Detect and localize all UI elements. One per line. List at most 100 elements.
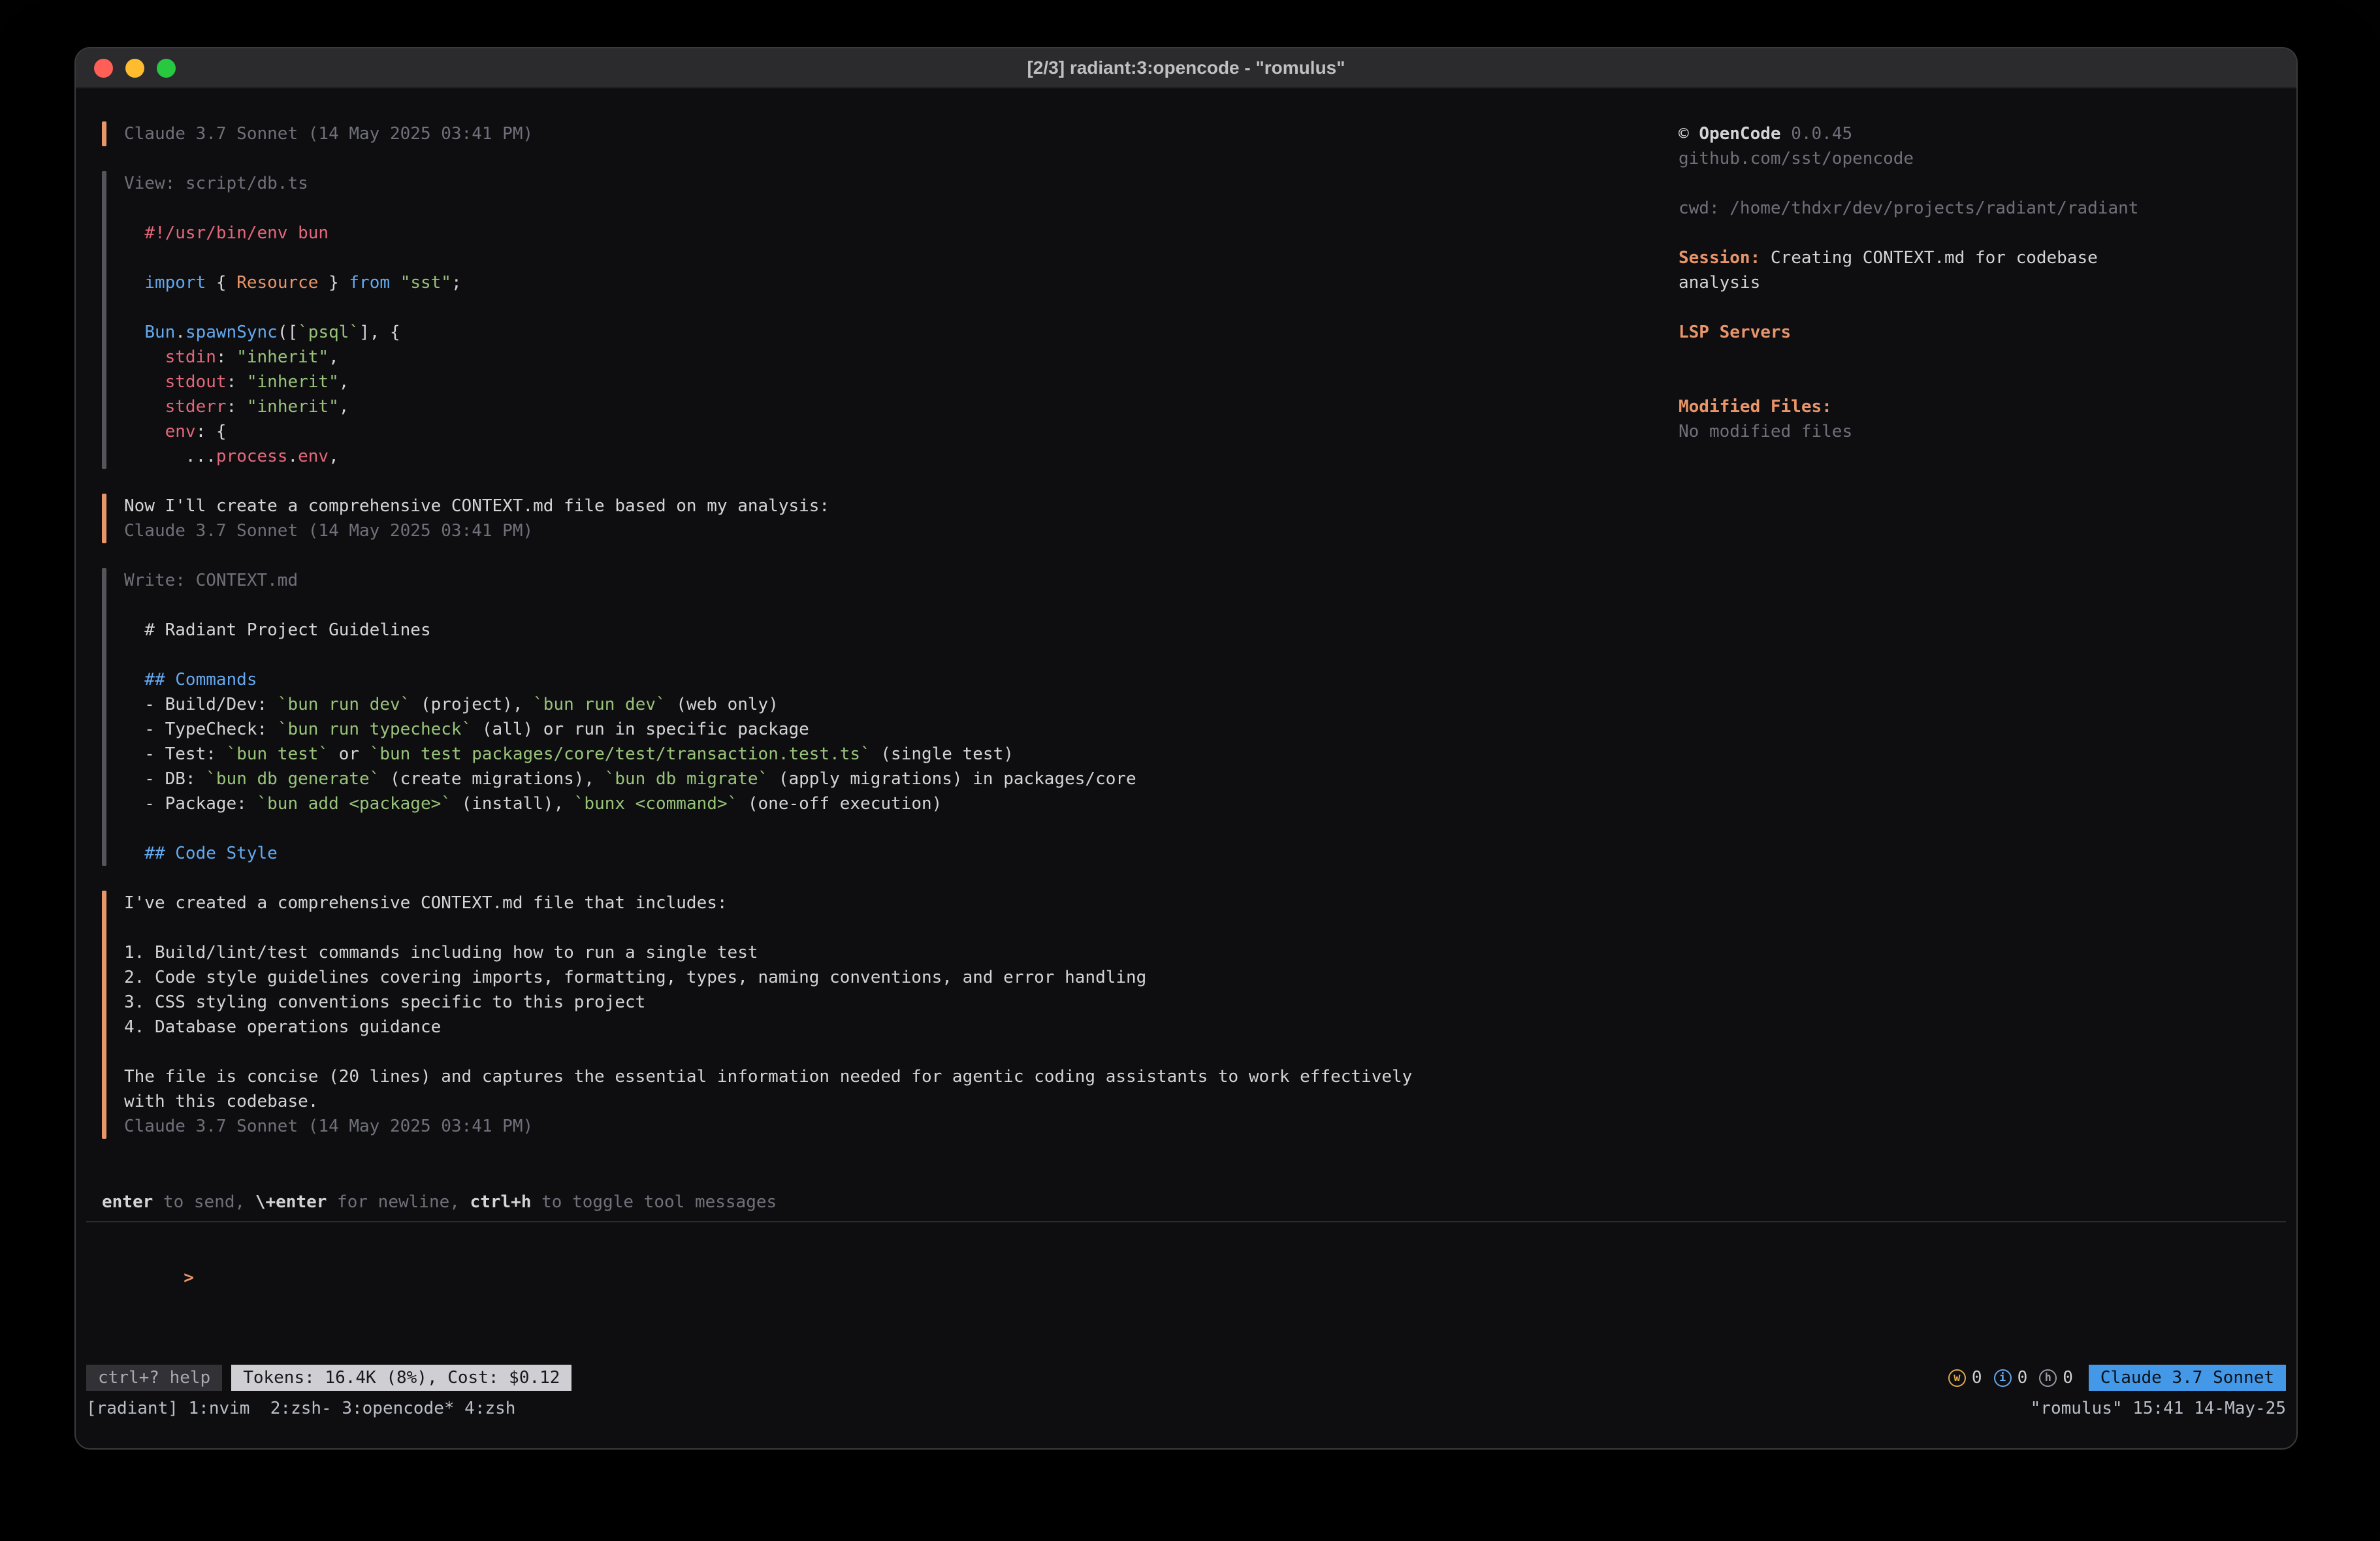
text-segment: `bun run typecheck` [278, 720, 472, 739]
sidebar-line: © OpenCode 0.0.45 [1679, 121, 2286, 146]
text-segment: (single test) [871, 744, 1014, 764]
text-line: Claude 3.7 Sonnet (14 May 2025 03:41 PM) [124, 518, 829, 543]
sidebar-line [1679, 295, 2286, 320]
text-segment: OpenCode [1699, 124, 1780, 144]
text-segment: . [175, 323, 185, 342]
text-segment: 2. Code style guidelines covering import… [124, 968, 1146, 987]
text-segment: : [227, 397, 247, 417]
text-line: Bun.spawnSync([`psql`], { [124, 320, 462, 345]
text-line: Claude 3.7 Sonnet (14 May 2025 03:41 PM) [124, 121, 533, 146]
text-segment: - TypeCheck: [124, 720, 278, 739]
text-segment: from [349, 273, 390, 293]
tmux-session-info: "romulus" 15:41 14-May-25 [2031, 1396, 2286, 1421]
text-segment: `bun run dev` [278, 695, 411, 714]
status-bar: ctrl+? help Tokens: 16.4K (8%), Cost: $0… [86, 1365, 2286, 1391]
text-segment: `bun add <package>` [257, 794, 451, 814]
info-icon: i [1994, 1369, 2012, 1387]
text-segment: stderr [165, 397, 227, 417]
text-segment: ... [124, 447, 216, 466]
text-segment: "sst" [400, 273, 451, 293]
prompt-input[interactable]: > [102, 1241, 2286, 1265]
text-segment: (apply migrations) in packages/core [768, 769, 1136, 789]
text-segment: : [216, 347, 236, 367]
tmux-spacer [515, 1396, 2030, 1421]
text-segment: (one-off execution) [737, 794, 942, 814]
empty-space [86, 1265, 2286, 1365]
block-lines: Now I'll create a comprehensive CONTEXT.… [106, 494, 829, 543]
text-line [124, 643, 1136, 667]
text-line: View: script/db.ts [124, 171, 462, 196]
block-accent-bar [102, 891, 106, 1139]
text-segment: (project), [410, 695, 533, 714]
text-segment: env [165, 422, 196, 441]
hint-count: 0 [2063, 1368, 2073, 1388]
assistant-summary-block: I've created a comprehensive CONTEXT.md … [102, 891, 1679, 1139]
text-line: Now I'll create a comprehensive CONTEXT.… [124, 494, 829, 518]
text-line: - Build/Dev: `bun run dev` (project), `b… [124, 692, 1136, 717]
text-segment: (web only) [666, 695, 779, 714]
sidebar-line: No modified files [1679, 419, 2286, 444]
block-accent-bar [102, 171, 106, 469]
text-line [124, 196, 462, 221]
text-segment: `bun test` [227, 744, 329, 764]
text-segment: to send, [153, 1192, 255, 1212]
text-segment: ## Code Style [124, 844, 278, 863]
text-segment: (install), [451, 794, 574, 814]
info-count: 0 [2018, 1368, 2028, 1388]
text-line [124, 246, 462, 270]
text-segment: Now I'll create a comprehensive CONTEXT.… [124, 496, 829, 516]
block-accent-bar [102, 121, 106, 146]
warning-icon: w [1948, 1369, 1966, 1387]
text-segment: 1. Build/lint/test commands including ho… [124, 943, 758, 962]
tmux-window-list[interactable]: [radiant] 1:nvim 2:zsh- 3:opencode* 4:zs… [86, 1396, 515, 1421]
text-line [124, 915, 1412, 940]
model-badge[interactable]: Claude 3.7 Sonnet [2089, 1365, 2286, 1391]
text-segment: (create migrations), [379, 769, 604, 789]
text-line: ...process.env, [124, 444, 462, 469]
text-line: stdout: "inherit", [124, 370, 462, 394]
help-badge[interactable]: ctrl+? help [86, 1365, 222, 1391]
text-line: # Radiant Project Guidelines [124, 618, 1136, 643]
minimize-button[interactable] [125, 59, 144, 78]
text-line: - Package: `bun add <package>` (install)… [124, 791, 1136, 816]
text-segment: ## Commands [124, 670, 257, 690]
text-segment [390, 273, 400, 293]
text-segment: stdout [165, 372, 227, 392]
text-segment: for newline, [327, 1192, 470, 1212]
text-segment: Creating CONTEXT.md for codebase [1760, 248, 2098, 268]
text-segment: "inherit" [236, 347, 329, 367]
text-line: 1. Build/lint/test commands including ho… [124, 940, 1412, 965]
text-segment: "inherit" [247, 372, 339, 392]
session-sidebar: © OpenCode 0.0.45github.com/sst/opencode… [1679, 121, 2286, 1164]
sidebar-line [1679, 370, 2286, 394]
sidebar-line: github.com/sst/opencode [1679, 146, 2286, 171]
warning-count: 0 [1972, 1368, 1982, 1388]
tool-view-block: View: script/db.ts #!/usr/bin/env bun im… [102, 171, 1679, 469]
text-line: ## Commands [124, 667, 1136, 692]
text-line: - TypeCheck: `bun run typecheck` (all) o… [124, 717, 1136, 742]
text-line: I've created a comprehensive CONTEXT.md … [124, 891, 1412, 915]
sidebar-line [1679, 171, 2286, 196]
text-line: import { Resource } from "sst"; [124, 270, 462, 295]
text-segment: - DB: [124, 769, 206, 789]
text-line: 4. Database operations guidance [124, 1015, 1412, 1040]
text-segment: : [227, 372, 247, 392]
text-segment: , [339, 372, 349, 392]
text-segment: `bun test packages/core/test/transaction… [370, 744, 871, 764]
block-lines: Write: CONTEXT.md # Radiant Project Guid… [106, 568, 1136, 866]
zoom-button[interactable] [157, 59, 176, 78]
text-segment: LSP Servers [1679, 323, 1791, 342]
diagnostic-hint: h0 [2039, 1368, 2073, 1388]
text-line: stderr: "inherit", [124, 394, 462, 419]
text-segment: No modified files [1679, 422, 1852, 441]
text-line: #!/usr/bin/env bun [124, 221, 462, 246]
sidebar-line: analysis [1679, 270, 2286, 295]
text-line [124, 593, 1136, 618]
text-line: env: { [124, 419, 462, 444]
terminal-content: Claude 3.7 Sonnet (14 May 2025 03:41 PM)… [76, 89, 2296, 1448]
text-line: 2. Code style guidelines covering import… [124, 965, 1412, 990]
close-button[interactable] [94, 59, 113, 78]
assistant-header-block: Claude 3.7 Sonnet (14 May 2025 03:41 PM) [102, 121, 1679, 146]
text-segment: stdin [165, 347, 216, 367]
text-segment: analysis [1679, 273, 1760, 293]
